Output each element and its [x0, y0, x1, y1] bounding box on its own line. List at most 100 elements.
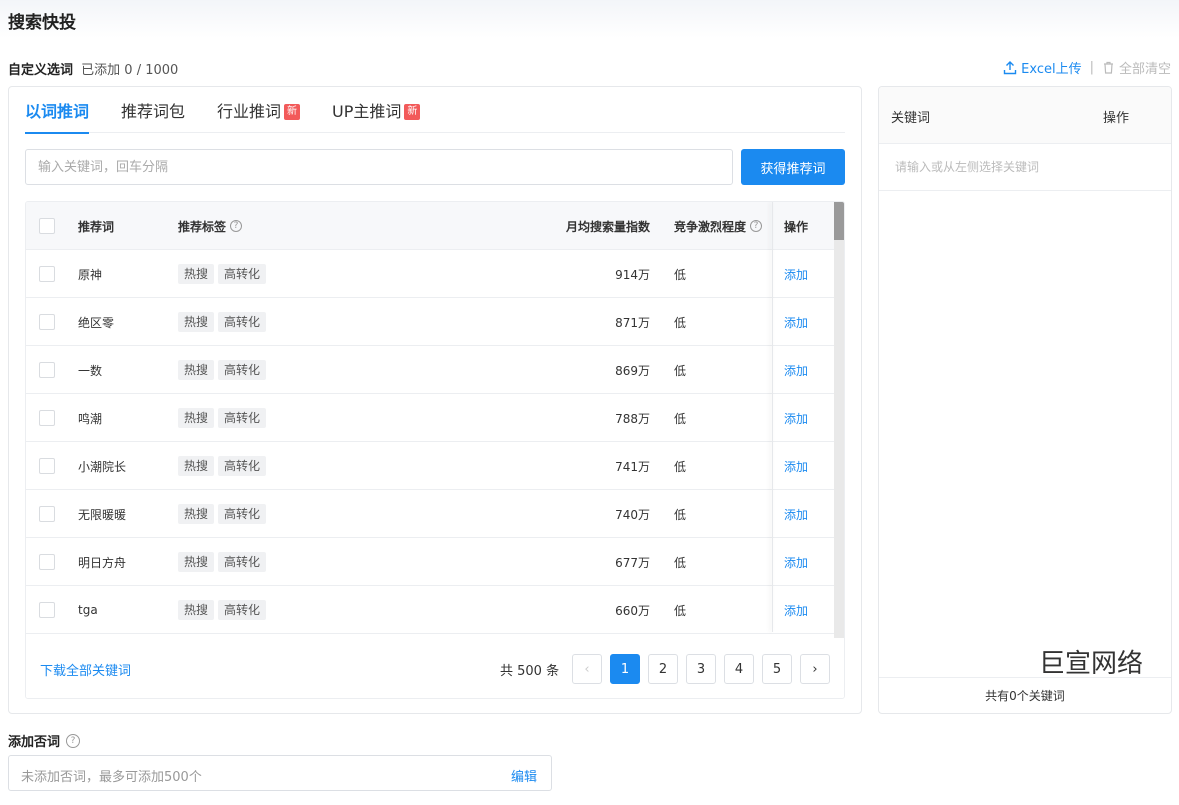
page-5-button[interactable]: 5 — [762, 654, 792, 684]
row-word: 绝区零 — [78, 315, 115, 330]
page-3-button[interactable]: 3 — [686, 654, 716, 684]
row-add-cell: 添加 — [784, 250, 808, 298]
recommendation-panel: 以词推词 推荐词包 行业推词 新 UP主推词 新 获得推荐词 推荐词 推荐标签 … — [8, 86, 862, 714]
get-recommendations-button[interactable]: 获得推荐词 — [741, 149, 845, 185]
add-keyword-button[interactable]: 添加 — [784, 266, 808, 283]
page-4-button[interactable]: 4 — [724, 654, 754, 684]
row-volume: 788万 — [615, 411, 650, 426]
row-competition: 低 — [674, 603, 687, 618]
header-competition: 竞争激烈程度 — [674, 219, 747, 234]
add-keyword-button[interactable]: 添加 — [784, 554, 808, 571]
row-add-cell: 添加 — [784, 346, 808, 394]
row-select-cell — [39, 394, 55, 442]
add-keyword-button[interactable]: 添加 — [784, 362, 808, 379]
tag-badge: 热搜 — [178, 312, 215, 332]
help-icon[interactable]: ? — [230, 220, 243, 232]
help-icon[interactable]: ? — [750, 220, 763, 232]
tab-word-packages[interactable]: 推荐词包 — [121, 101, 185, 133]
row-tags: 热搜 高转化 — [178, 250, 270, 298]
page-1-button[interactable]: 1 — [610, 654, 640, 684]
tag-badge: 高转化 — [218, 312, 267, 332]
table-header: 推荐词 推荐标签 ? 月均搜索量指数 竞争激烈程度 ? 操作 — [26, 202, 834, 250]
tag-badge: 高转化 — [218, 600, 267, 620]
prev-page-button[interactable]: ‹ — [572, 654, 602, 684]
clear-all-label: 全部清空 — [1118, 62, 1171, 77]
row-checkbox[interactable] — [39, 458, 55, 474]
tab-label: 推荐词包 — [121, 102, 186, 121]
table-row: 小潮院长 热搜 高转化 741万 低 添加 — [26, 442, 834, 490]
row-tags: 热搜 高转化 — [178, 346, 270, 394]
page-title: 搜索快投 — [8, 13, 76, 33]
add-keyword-button[interactable]: 添加 — [784, 602, 808, 619]
table-scrollbar[interactable] — [834, 202, 844, 638]
tag-badge: 热搜 — [178, 600, 215, 620]
row-checkbox[interactable] — [39, 554, 55, 570]
row-tags: 热搜 高转化 — [178, 538, 270, 586]
negative-words-title: 添加否词 — [8, 735, 61, 750]
row-checkbox[interactable] — [39, 266, 55, 282]
row-word: 小潮院长 — [78, 459, 127, 474]
row-volume: 660万 — [615, 603, 650, 618]
download-all-link[interactable]: 下载全部关键词 — [40, 660, 131, 679]
next-page-button[interactable]: › — [800, 654, 830, 684]
row-checkbox[interactable] — [39, 362, 55, 378]
watermark-text: 巨宣网络 — [1039, 649, 1144, 679]
keyword-input[interactable] — [25, 149, 733, 185]
negative-words-box[interactable]: 未添加否词，最多可添加500个 编辑 — [8, 755, 552, 791]
help-icon[interactable]: ? — [66, 733, 81, 748]
row-volume: 677万 — [615, 555, 650, 570]
row-volume: 740万 — [615, 507, 650, 522]
row-volume: 869万 — [615, 363, 650, 378]
tag-badge: 热搜 — [178, 456, 215, 476]
row-checkbox[interactable] — [39, 506, 55, 522]
clear-all-button[interactable]: 全部清空 — [1102, 58, 1171, 77]
tab-label: UP主推词 — [332, 102, 402, 121]
custom-selection-row: 自定义选词 已添加 0 / 1000 — [8, 59, 178, 78]
row-checkbox[interactable] — [39, 410, 55, 426]
fixed-column-shadow — [772, 202, 773, 632]
top-actions: Excel上传 | 全部清空 — [1003, 58, 1171, 77]
add-keyword-button[interactable]: 添加 — [784, 410, 808, 427]
row-competition: 低 — [674, 459, 687, 474]
page-2-button[interactable]: 2 — [648, 654, 678, 684]
keyword-summary: 共有0个关键词 — [879, 677, 1171, 713]
edit-negative-words-button[interactable]: 编辑 — [511, 766, 537, 785]
total-count: 共 500 条 — [500, 664, 560, 679]
table-footer: 下载全部关键词 共 500 条 ‹ 1 2 3 4 5 › — [26, 638, 844, 698]
add-keyword-button[interactable]: 添加 — [784, 506, 808, 523]
excel-upload-button[interactable]: Excel上传 — [1003, 58, 1082, 77]
row-add-cell: 添加 — [784, 442, 808, 490]
scrollbar-thumb[interactable] — [834, 202, 844, 240]
header-tags: 推荐标签 — [178, 219, 227, 234]
tag-badge: 高转化 — [218, 456, 267, 476]
table-row: 无限暖暖 热搜 高转化 740万 低 添加 — [26, 490, 834, 538]
row-select-cell — [39, 346, 55, 394]
tab-industry-words[interactable]: 行业推词 新 — [217, 101, 301, 133]
tab-label: 以词推词 — [25, 102, 90, 121]
action-separator: | — [1089, 60, 1094, 75]
row-select-cell — [39, 586, 55, 634]
select-all-checkbox[interactable] — [39, 218, 55, 234]
custom-label: 自定义选词 — [8, 63, 74, 78]
new-badge: 新 — [404, 104, 421, 120]
tab-up-owner-words[interactable]: UP主推词 新 — [332, 101, 421, 133]
tag-badge: 高转化 — [218, 408, 267, 428]
add-keyword-button[interactable]: 添加 — [784, 314, 808, 331]
tab-label: 行业推词 — [217, 102, 282, 121]
row-checkbox[interactable] — [39, 602, 55, 618]
table-row: 原神 热搜 高转化 914万 低 添加 — [26, 250, 834, 298]
row-competition: 低 — [674, 411, 687, 426]
col-action: 操作 — [1103, 111, 1130, 126]
row-tags: 热搜 高转化 — [178, 298, 270, 346]
row-select-cell — [39, 250, 55, 298]
row-word: 一数 — [78, 363, 103, 378]
row-select-cell — [39, 490, 55, 538]
tab-word-to-word[interactable]: 以词推词 — [25, 101, 90, 134]
row-checkbox[interactable] — [39, 314, 55, 330]
row-word: 无限暖暖 — [78, 507, 127, 522]
table-row: 一数 热搜 高转化 869万 低 添加 — [26, 346, 834, 394]
tag-badge: 高转化 — [218, 504, 267, 524]
add-keyword-button[interactable]: 添加 — [784, 458, 808, 475]
row-add-cell: 添加 — [784, 394, 808, 442]
row-word: 鸣潮 — [78, 411, 103, 426]
